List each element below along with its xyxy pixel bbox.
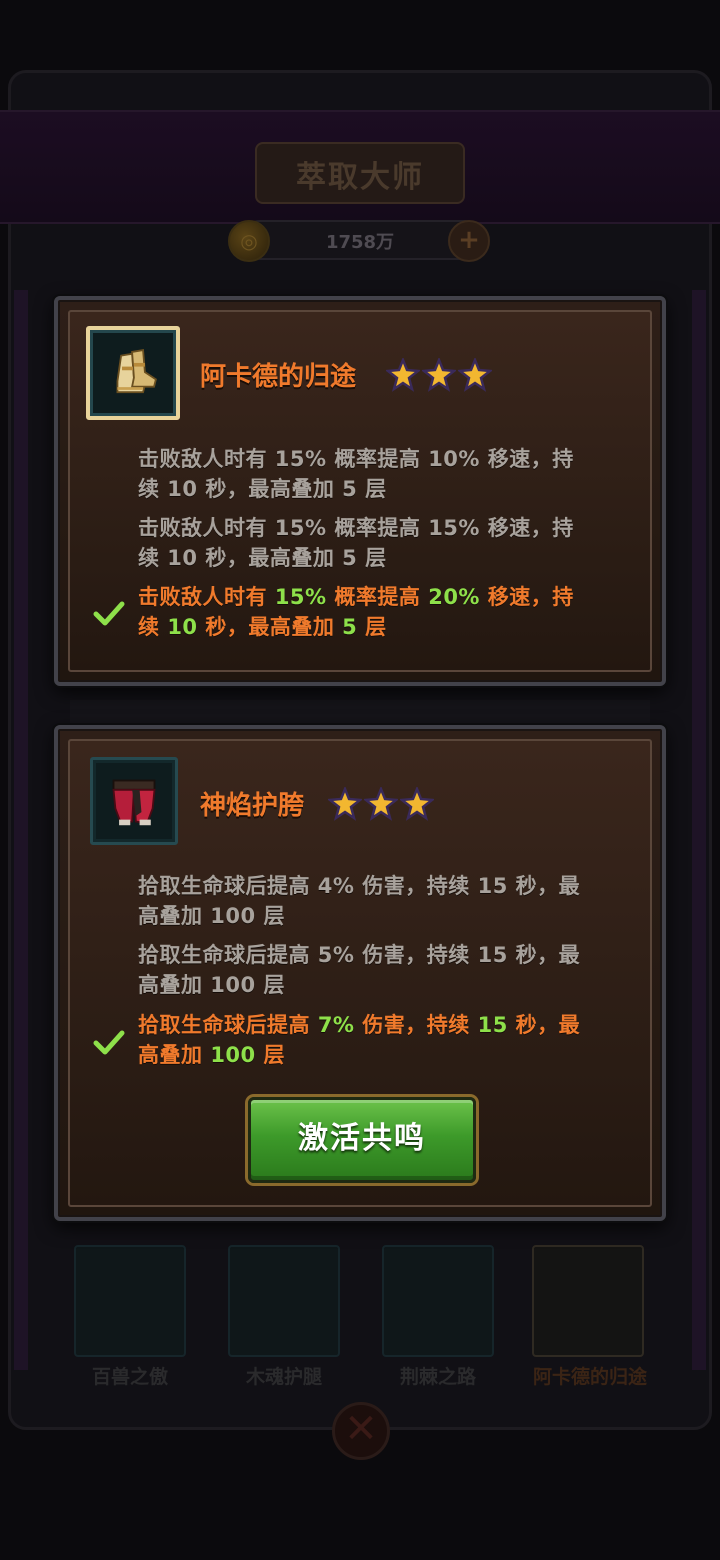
effect-value: 10 <box>167 615 198 639</box>
right-side-rail <box>692 290 706 1370</box>
currency-amount: 1758万 <box>325 232 395 253</box>
effect-text: 秒，最 <box>507 1013 581 1037</box>
slot-label: 荆棘之路 <box>399 1366 476 1388</box>
effect-tier-1-line-2: 高叠加 100 层 <box>138 904 285 928</box>
effect-text: 移速，持 <box>479 585 574 609</box>
star-icon <box>364 787 398 821</box>
item-icon-frame[interactable] <box>90 757 178 845</box>
resonance-panel-pants: 神焰护胯 拾取生命球后提高 4% 伤害，持续 15 秒，最 高叠加 100 层 … <box>54 725 666 1221</box>
effect-tier-1-line-2: 续 10 秒，最高叠加 5 层 <box>138 477 387 501</box>
slot-label: 百兽之傲 <box>91 1366 168 1388</box>
effect-tier-3-line-2: 高叠加 100 层 <box>138 1040 634 1070</box>
effect-text: 伤害，持续 <box>354 1013 478 1037</box>
activate-resonance-button[interactable]: 激活共鸣 <box>248 1097 476 1183</box>
item-icon-frame[interactable] <box>86 326 180 420</box>
effect-text: 高叠加 <box>138 1043 211 1067</box>
effect-tier-2-line-2: 续 10 秒，最高叠加 5 层 <box>138 546 387 570</box>
effect-tier-1-line-1: 拾取生命球后提高 4% 伤害，持续 15 秒，最 <box>138 874 581 898</box>
coin-icon: ◎ <box>228 220 270 262</box>
slot-label-selected: 阿卡德的归途 <box>532 1366 647 1388</box>
star-icon <box>400 787 434 821</box>
equipment-slot[interactable] <box>228 1245 340 1357</box>
checkmark-icon <box>93 601 125 626</box>
pants-icon <box>112 779 156 826</box>
effect-value: 15 <box>477 1013 508 1037</box>
effect-text: 层 <box>357 615 387 639</box>
star-rating <box>328 787 434 821</box>
boots-icon <box>116 349 157 394</box>
resonance-panel-boots: 阿卡德的归途 击败敌人时有 15% 概率提高 10% 移速，持 续 10 秒，最… <box>54 296 666 686</box>
effect-value: 20% <box>428 585 480 609</box>
effect-value: 5 <box>342 615 358 639</box>
effect-tier-2-line-2: 高叠加 100 层 <box>138 973 285 997</box>
effect-value: 7% <box>317 1013 355 1037</box>
left-side-rail <box>14 290 28 1370</box>
item-name: 神焰护胯 <box>200 791 305 821</box>
effect-text: 层 <box>255 1043 285 1067</box>
add-currency-icon[interactable]: + <box>448 220 490 262</box>
close-icon[interactable]: ✕ <box>332 1402 390 1460</box>
slot-label: 木魂护腿 <box>245 1366 322 1388</box>
effect-tier-2-line-1: 拾取生命球后提高 5% 伤害，持续 15 秒，最 <box>138 943 581 967</box>
effect-tier-2-line-1: 击败敌人时有 15% 概率提高 15% 移速，持 <box>138 516 574 540</box>
equipment-slot-selected[interactable] <box>532 1245 644 1357</box>
effect-value: 100 <box>210 1043 256 1067</box>
star-icon <box>458 358 492 392</box>
equipment-slot[interactable] <box>382 1245 494 1357</box>
effect-tier-3-line-1: 击败敌人时有 15% 概率提高 20% 移速，持 <box>138 582 634 612</box>
checkmark-icon <box>93 1030 125 1055</box>
star-icon <box>328 787 362 821</box>
effect-tier-3-line-1: 拾取生命球后提高 7% 伤害，持续 15 秒，最 <box>138 1010 634 1040</box>
page-title: 萃取大师 <box>296 160 424 195</box>
effect-text: 概率提高 <box>326 585 429 609</box>
effect-tier-3-line-2: 续 10 秒，最高叠加 5 层 <box>138 612 634 642</box>
effect-text: 续 <box>138 615 168 639</box>
effect-text: 击败敌人时有 <box>138 585 275 609</box>
effect-text: 拾取生命球后提高 <box>138 1013 318 1037</box>
item-name: 阿卡德的归途 <box>200 362 357 392</box>
equipment-slot[interactable] <box>74 1245 186 1357</box>
effect-tier-1-line-1: 击败敌人时有 15% 概率提高 10% 移速，持 <box>138 447 574 471</box>
star-icon <box>386 358 420 392</box>
effect-text: 秒，最高叠加 <box>197 615 343 639</box>
effect-value: 15% <box>274 585 327 609</box>
star-icon <box>422 358 456 392</box>
star-rating <box>386 358 492 392</box>
